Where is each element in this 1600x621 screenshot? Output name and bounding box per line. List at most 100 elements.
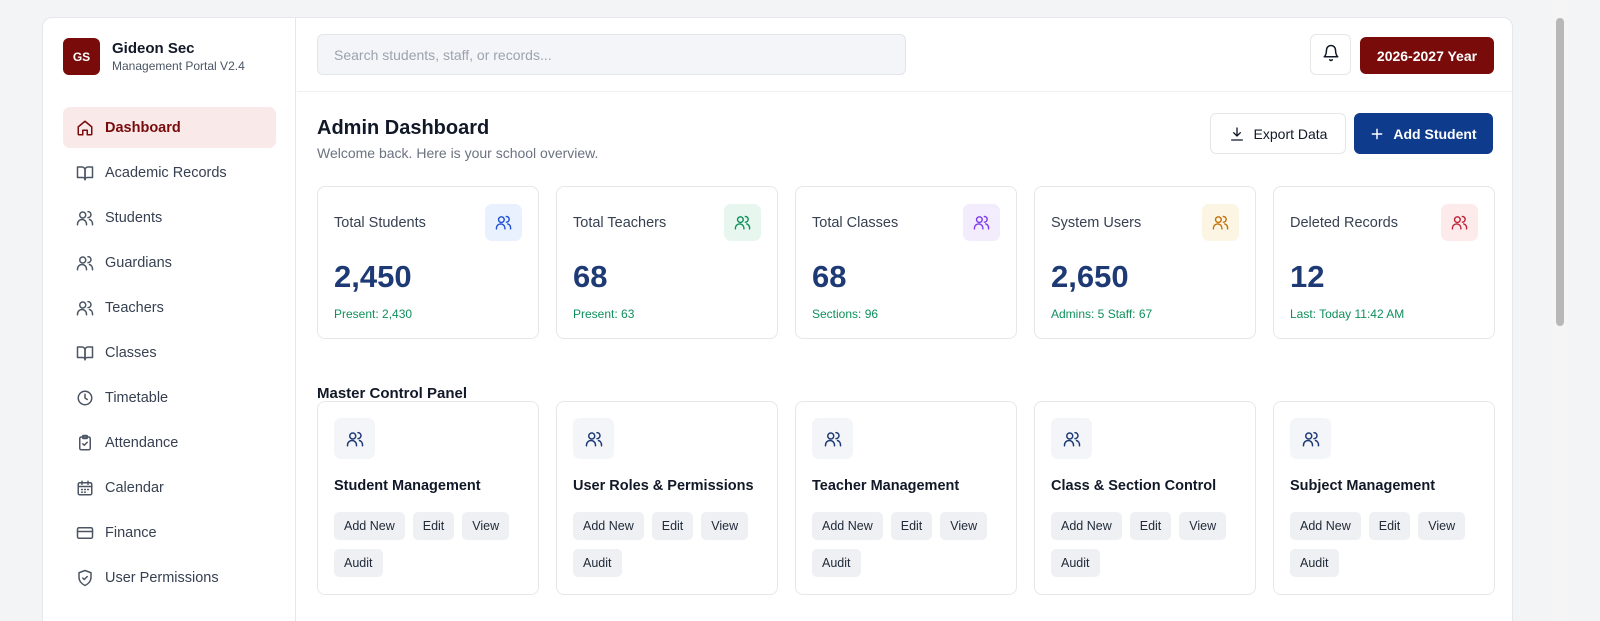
stat-label: Total Students bbox=[334, 215, 426, 231]
control-card-teacher-management: Teacher Management Add New Edit View Aud… bbox=[795, 401, 1017, 595]
sidebar-item-label: Attendance bbox=[105, 434, 179, 451]
control-card-subject-management: Subject Management Add New Edit View Aud… bbox=[1273, 401, 1495, 595]
control-card-actions: Add New Edit View Audit bbox=[573, 512, 763, 577]
main-content: Admin Dashboard Welcome back. Here is yo… bbox=[297, 92, 1512, 621]
sidebar-item-teachers[interactable]: Teachers bbox=[63, 287, 276, 328]
sidebar-item-label: Timetable bbox=[105, 389, 169, 406]
book-icon bbox=[76, 344, 94, 362]
audit-button[interactable]: Audit bbox=[812, 549, 861, 577]
users-icon bbox=[1202, 204, 1239, 241]
users-icon bbox=[724, 204, 761, 241]
page-scrollbar[interactable] bbox=[1553, 0, 1567, 621]
edit-button[interactable]: Edit bbox=[651, 512, 694, 540]
sidebar-item-academic-records[interactable]: Academic Records bbox=[63, 152, 276, 193]
stat-card-total-classes: Total Classes 68 Sections: 96 bbox=[795, 186, 1017, 339]
calendar-icon bbox=[76, 479, 94, 497]
audit-button[interactable]: Audit bbox=[1290, 549, 1339, 577]
sidebar-item-calendar[interactable]: Calendar bbox=[63, 467, 276, 508]
sidebar: GS Gideon Sec Management Portal V2.4 Das… bbox=[43, 18, 296, 621]
export-data-button[interactable]: Export Data bbox=[1210, 113, 1346, 154]
view-button[interactable]: View bbox=[940, 512, 988, 540]
app-window: GS Gideon Sec Management Portal V2.4 Das… bbox=[42, 17, 1513, 621]
stat-label: System Users bbox=[1051, 215, 1142, 231]
scrollbar-thumb[interactable] bbox=[1556, 18, 1564, 326]
view-button[interactable]: View bbox=[701, 512, 749, 540]
stat-value: 68 bbox=[812, 259, 847, 294]
stat-card-system-users: System Users 2,650 Admins: 5 Staff: 67 bbox=[1034, 186, 1256, 339]
control-card-actions: Add New Edit View Audit bbox=[1051, 512, 1241, 577]
sidebar-item-label: Teachers bbox=[105, 299, 164, 316]
sidebar-item-timetable[interactable]: Timetable bbox=[63, 377, 276, 418]
edit-button[interactable]: Edit bbox=[890, 512, 933, 540]
sidebar-item-students[interactable]: Students bbox=[63, 197, 276, 238]
control-card-title: Subject Management bbox=[1290, 478, 1436, 494]
sidebar-item-finance[interactable]: Finance bbox=[63, 512, 276, 553]
control-card-title: Teacher Management bbox=[812, 478, 960, 494]
sidebar-item-label: Academic Records bbox=[105, 164, 227, 181]
home-icon bbox=[76, 119, 94, 137]
control-card-actions: Add New Edit View Audit bbox=[334, 512, 524, 577]
clipboard-icon bbox=[76, 434, 94, 452]
page-subtitle: Welcome back. Here is your school overvi… bbox=[317, 145, 599, 161]
stat-card-total-teachers: Total Teachers 68 Present: 63 bbox=[556, 186, 778, 339]
sidebar-item-label: User Permissions bbox=[105, 569, 219, 586]
audit-button[interactable]: Audit bbox=[1051, 549, 1100, 577]
stat-subtext: Sections: 96 bbox=[812, 307, 879, 321]
notification-button[interactable] bbox=[1310, 34, 1351, 75]
add-student-label: Add Student bbox=[1393, 125, 1477, 142]
sidebar-item-attendance[interactable]: Attendance bbox=[63, 422, 276, 463]
sidebar-item-label: Guardians bbox=[105, 254, 172, 271]
search-input[interactable] bbox=[317, 34, 906, 75]
audit-button[interactable]: Audit bbox=[573, 549, 622, 577]
download-icon bbox=[1229, 126, 1245, 142]
users-icon bbox=[485, 204, 522, 241]
brand-subtitle: Management Portal V2.4 bbox=[112, 58, 245, 73]
sidebar-item-dashboard[interactable]: Dashboard bbox=[63, 107, 276, 148]
users-icon bbox=[1051, 418, 1092, 459]
stat-value: 12 bbox=[1290, 259, 1325, 294]
view-button[interactable]: View bbox=[1179, 512, 1227, 540]
view-button[interactable]: View bbox=[1418, 512, 1466, 540]
brand: GS Gideon Sec Management Portal V2.4 bbox=[63, 38, 245, 75]
view-button[interactable]: View bbox=[462, 512, 510, 540]
control-card-title: Class & Section Control bbox=[1051, 478, 1217, 494]
stat-subtext: Last: Today 11:42 AM bbox=[1290, 307, 1405, 321]
section-title: Master Control Panel bbox=[317, 385, 468, 402]
add-student-button[interactable]: Add Student bbox=[1354, 113, 1493, 154]
sidebar-item-classes[interactable]: Classes bbox=[63, 332, 276, 373]
control-card-actions: Add New Edit View Audit bbox=[1290, 512, 1480, 577]
control-card-title: User Roles & Permissions bbox=[573, 478, 754, 494]
edit-button[interactable]: Edit bbox=[412, 512, 455, 540]
users-icon bbox=[573, 418, 614, 459]
academic-year-button[interactable]: 2026-2027 Year bbox=[1360, 37, 1494, 74]
control-card-user-roles: User Roles & Permissions Add New Edit Vi… bbox=[556, 401, 778, 595]
add-new-button[interactable]: Add New bbox=[573, 512, 644, 540]
stat-subtext: Admins: 5 Staff: 67 bbox=[1051, 307, 1153, 321]
sidebar-item-user-permissions[interactable]: User Permissions bbox=[63, 557, 276, 598]
book-icon bbox=[76, 164, 94, 182]
users-icon bbox=[334, 418, 375, 459]
brand-name: Gideon Sec bbox=[112, 39, 195, 57]
add-new-button[interactable]: Add New bbox=[334, 512, 405, 540]
audit-button[interactable]: Audit bbox=[334, 549, 383, 577]
brand-logo[interactable]: GS bbox=[63, 38, 100, 75]
users-icon bbox=[1441, 204, 1478, 241]
users-icon bbox=[1290, 418, 1331, 459]
edit-button[interactable]: Edit bbox=[1368, 512, 1411, 540]
control-card-title: Student Management bbox=[334, 478, 481, 494]
stat-value: 2,450 bbox=[334, 259, 412, 294]
sidebar-item-label: Classes bbox=[105, 344, 157, 361]
clock-icon bbox=[76, 389, 94, 407]
add-new-button[interactable]: Add New bbox=[1051, 512, 1122, 540]
add-new-button[interactable]: Add New bbox=[812, 512, 883, 540]
sidebar-item-guardians[interactable]: Guardians bbox=[63, 242, 276, 283]
users-icon bbox=[76, 299, 94, 317]
edit-button[interactable]: Edit bbox=[1129, 512, 1172, 540]
shield-icon bbox=[76, 569, 94, 587]
sidebar-item-label: Calendar bbox=[105, 479, 164, 496]
add-new-button[interactable]: Add New bbox=[1290, 512, 1361, 540]
credit-card-icon bbox=[76, 524, 94, 542]
users-icon bbox=[76, 254, 94, 272]
control-card-student-management: Student Management Add New Edit View Aud… bbox=[317, 401, 539, 595]
stat-label: Total Teachers bbox=[573, 215, 667, 231]
